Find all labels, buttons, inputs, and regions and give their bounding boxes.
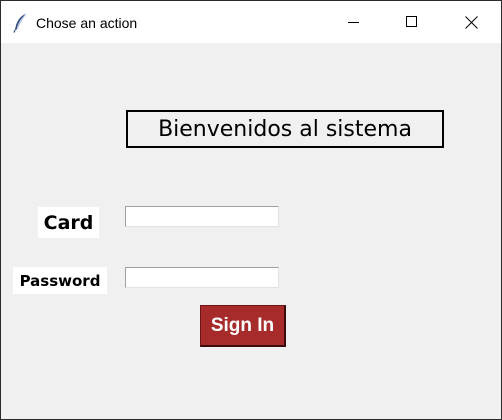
window-title: Chose an action — [36, 15, 138, 31]
card-label: Card — [38, 207, 99, 238]
maximize-button[interactable] — [383, 1, 441, 43]
card-input[interactable] — [125, 206, 279, 227]
password-input[interactable] — [125, 267, 279, 288]
app-window: Chose an action Bienvenidos al sistema C… — [0, 0, 502, 420]
close-button[interactable] — [442, 1, 500, 43]
maximize-icon — [406, 16, 417, 27]
minimize-button[interactable] — [325, 1, 383, 43]
feather-icon — [12, 13, 28, 33]
password-label: Password — [13, 267, 107, 294]
welcome-heading: Bienvenidos al sistema — [126, 110, 444, 148]
title-bar[interactable]: Chose an action — [1, 1, 501, 43]
minimize-icon — [348, 22, 359, 23]
sign-in-button[interactable]: Sign In — [200, 305, 286, 347]
close-icon — [464, 15, 478, 29]
